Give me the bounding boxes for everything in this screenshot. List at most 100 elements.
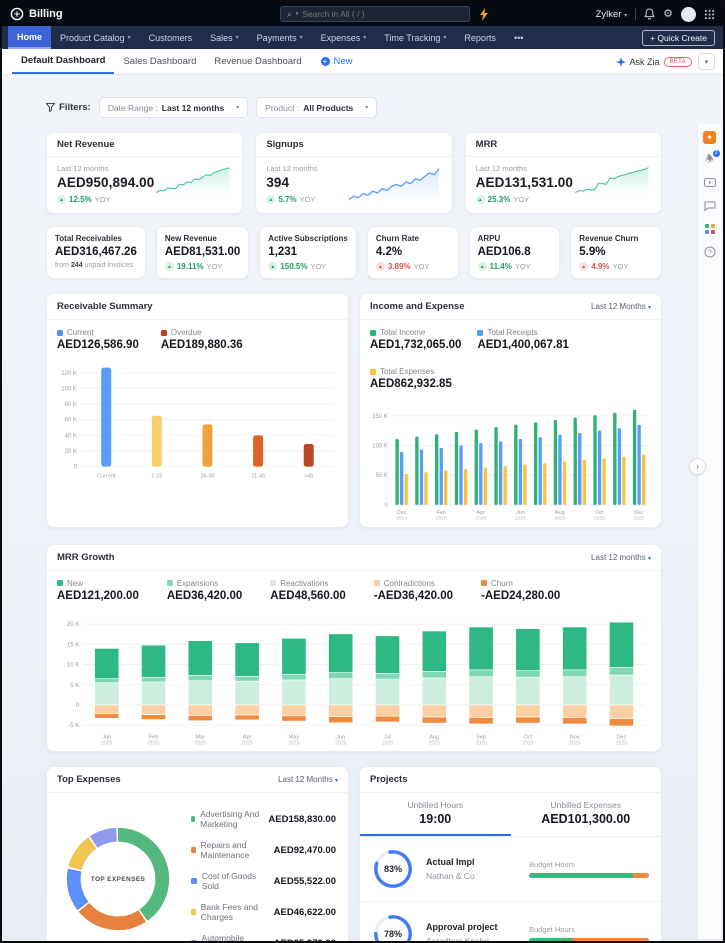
budget-hours-bar	[529, 873, 649, 879]
nav-item-expenses[interactable]: Expenses ▾	[312, 26, 376, 49]
tab-unbilled-expenses[interactable]: Unbilled Expenses AED101,300.00	[511, 793, 662, 836]
apps-grid-icon[interactable]	[704, 9, 715, 20]
chevron-down-icon: ▾	[334, 778, 338, 785]
settings-gear-icon[interactable]: ⚙	[663, 8, 673, 20]
date-range-filter[interactable]: Date Range : Last 12 months ▾	[98, 97, 249, 118]
legend-swatch	[373, 580, 380, 587]
quick-create-button[interactable]: + Quick Create	[642, 29, 715, 46]
trend-up-icon: ▲	[579, 262, 589, 271]
kpi-card-arpu: ARPU AED106.8 ▲ 11.4% YOY	[468, 226, 561, 279]
svg-text:2025: 2025	[515, 516, 526, 522]
svg-text:2024: 2024	[396, 516, 407, 522]
global-search[interactable]: ⌕ ▾	[280, 6, 470, 22]
legend-swatch	[481, 580, 488, 587]
svg-text:100 K: 100 K	[61, 386, 77, 392]
svg-text:Jun: Jun	[516, 510, 525, 516]
user-menu[interactable]: Zylker ▾	[596, 9, 628, 20]
chevron-down-icon: ▾	[443, 35, 447, 41]
nav-item-time-tracking[interactable]: Time Tracking ▾	[375, 26, 455, 49]
svg-text:5 K: 5 K	[70, 682, 79, 688]
nav-item-home[interactable]: Home	[8, 26, 52, 49]
zoho-logo-icon	[10, 7, 24, 21]
tab-revenue-dashboard[interactable]: Revenue Dashboard	[205, 49, 310, 74]
plus-icon: +	[320, 57, 330, 66]
new-dashboard-button[interactable]: + New	[311, 49, 363, 74]
app-name: Billing	[29, 8, 63, 20]
card-title: Receivable Summary	[57, 301, 153, 312]
nav-item-payments[interactable]: Payments ▾	[248, 26, 312, 49]
dashboard-tabs: Default Dashboard Sales Dashboard Revenu…	[2, 49, 723, 75]
trend-up-icon: ▲	[477, 262, 487, 271]
video-help-icon[interactable]	[703, 176, 717, 190]
filters-label: Filters:	[46, 102, 91, 113]
filter-funnel-icon	[46, 103, 55, 112]
mrr-sparkline	[573, 163, 651, 205]
whats-new-bolt-icon[interactable]	[480, 7, 488, 21]
legend-swatch	[191, 847, 196, 854]
kpi-title: MRR	[465, 133, 661, 157]
topbar-right: Zylker ▾ ⚙	[596, 6, 715, 22]
chat-support-icon[interactable]	[703, 199, 717, 213]
svg-text:60 K: 60 K	[65, 418, 77, 424]
notification-count-badge: 2	[712, 150, 720, 157]
app-brand[interactable]: Billing	[10, 7, 63, 21]
income-expense-chart: 0 50 K 100 K 150 K Dec 2024 Feb 2025 Apr 2025 Jun 2…	[360, 392, 661, 527]
marketplace-icon[interactable]	[703, 222, 717, 236]
nav-item-more[interactable]: •••	[505, 26, 532, 49]
nav-item-product-catalog[interactable]: Product Catalog ▾	[51, 26, 140, 49]
income-expense-period-filter[interactable]: Last 12 Months ▾	[591, 302, 651, 311]
svg-text:31-45: 31-45	[251, 474, 265, 480]
mrr-growth-period-filter[interactable]: Last 12 months ▾	[591, 553, 651, 562]
top-expenses-card: Top Expenses Last 12 Months ▾ TOP EXPENS…	[46, 766, 349, 941]
kpi-cards-row: Net Revenue Last 12 months AED950,894.00…	[46, 132, 662, 214]
notifications-bell-icon[interactable]	[644, 8, 655, 20]
tab-default-dashboard[interactable]: Default Dashboard	[12, 49, 115, 74]
svg-text:120 K: 120 K	[61, 371, 77, 377]
kpi-card-net-revenue: Net Revenue Last 12 months AED950,894.00…	[46, 132, 244, 214]
svg-text:Oct: Oct	[595, 510, 604, 516]
nav-item-sales[interactable]: Sales ▾	[201, 26, 248, 49]
kpi-title: Signups	[256, 133, 452, 157]
svg-text:1-15: 1-15	[151, 474, 162, 480]
nav-item-customers[interactable]: Customers	[140, 26, 202, 49]
trend-up-icon: ▲	[164, 262, 174, 271]
chevron-down-icon: ▾	[236, 105, 240, 111]
chevron-down-icon: ▾	[363, 35, 367, 41]
tab-unbilled-hours[interactable]: Unbilled Hours 19:00	[360, 793, 511, 837]
panel-expander-button[interactable]: ›	[689, 458, 706, 475]
svg-text:TOP EXPENSES: TOP EXPENSES	[91, 876, 146, 883]
kpi-period: Last 12 months	[266, 164, 318, 173]
announcements-icon[interactable]: 🕭 2	[703, 150, 720, 167]
product-filter[interactable]: Product : All Products ▾	[256, 97, 378, 118]
user-avatar[interactable]	[681, 6, 696, 22]
svg-text:2025: 2025	[616, 740, 627, 746]
svg-text:20 K: 20 K	[65, 449, 77, 455]
zia-assistant-icon[interactable]: ✦	[703, 130, 717, 144]
chevron-down-icon: ▾	[235, 35, 239, 41]
help-icon[interactable]: ?	[703, 245, 717, 259]
filters-bar: Filters: Date Range : Last 12 months ▾ P…	[46, 97, 662, 118]
svg-text:16-30: 16-30	[200, 474, 214, 480]
topbar: Billing ⌕ ▾ Zylker ▾ ⚙	[2, 2, 723, 26]
legend-swatch	[191, 878, 197, 885]
trend-up-icon: ▲	[268, 262, 278, 271]
top-expenses-period-filter[interactable]: Last 12 Months ▾	[278, 775, 338, 784]
project-row[interactable]: 78% Approval project Aaradhya Keshri Bud…	[360, 902, 661, 941]
kpi-card-total-receivables: Total Receivables AED316,467.26 from 244…	[46, 226, 146, 279]
search-input[interactable]	[302, 9, 433, 19]
svg-text:2025: 2025	[429, 740, 440, 746]
chevron-down-icon: ▾	[647, 555, 651, 562]
svg-text:100 K: 100 K	[372, 443, 388, 449]
tab-sales-dashboard[interactable]: Sales Dashboard	[114, 49, 205, 74]
nav-item-reports[interactable]: Reports	[455, 26, 505, 49]
legend-swatch	[57, 580, 63, 587]
collapse-header-button[interactable]: ▾	[698, 53, 715, 70]
project-row[interactable]: 83% Actual Impl Nathan & Co Budget Hours	[360, 837, 661, 903]
search-scope-caret-icon[interactable]: ▾	[296, 11, 299, 17]
ask-zia-button[interactable]: Ask Zia BETA	[615, 56, 692, 67]
svg-text:2025: 2025	[522, 740, 533, 746]
project-progress-ring: 83%	[372, 848, 414, 890]
kpi-card-active-subscriptions: Active Subscriptions 1,231 ▲ 150.5% YOY	[259, 226, 357, 279]
svg-text:50 K: 50 K	[376, 473, 388, 479]
net-revenue-sparkline	[154, 163, 232, 205]
